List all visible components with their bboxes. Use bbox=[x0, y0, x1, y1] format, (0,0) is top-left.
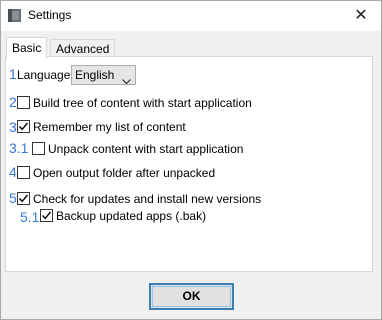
unpack-content-label[interactable]: Unpack content with start application bbox=[48, 142, 243, 156]
checkmark-icon bbox=[18, 122, 29, 131]
app-icon bbox=[7, 8, 22, 23]
close-button[interactable]: ✕ bbox=[341, 1, 381, 31]
check-updates-label[interactable]: Check for updates and install new versio… bbox=[33, 192, 261, 206]
backup-apps-checkbox[interactable] bbox=[40, 209, 53, 222]
check-updates-checkbox[interactable] bbox=[17, 192, 30, 205]
basic-tab-panel bbox=[5, 56, 373, 272]
remember-list-label[interactable]: Remember my list of content bbox=[33, 120, 186, 134]
build-tree-label[interactable]: Build tree of content with start applica… bbox=[33, 96, 252, 110]
open-output-checkbox[interactable] bbox=[17, 166, 30, 179]
close-icon: ✕ bbox=[354, 7, 368, 24]
annotation-number: 2 bbox=[9, 94, 17, 110]
annotation-number: 4 bbox=[9, 164, 17, 180]
annotation-number: 3.1 bbox=[9, 140, 29, 156]
annotation-number: 1 bbox=[9, 66, 17, 82]
annotation-number: 3 bbox=[9, 119, 17, 135]
window-title: Settings bbox=[28, 8, 72, 22]
chevron-down-icon bbox=[122, 72, 131, 90]
language-label: Language: bbox=[17, 68, 74, 82]
remember-list-checkbox[interactable] bbox=[17, 120, 30, 133]
checkmark-icon bbox=[41, 211, 52, 220]
ok-button[interactable]: OK bbox=[149, 283, 234, 310]
build-tree-checkbox[interactable] bbox=[17, 96, 30, 109]
ok-button-label: OK bbox=[182, 289, 201, 303]
tab-basic[interactable]: Basic bbox=[6, 37, 48, 59]
unpack-content-checkbox[interactable] bbox=[32, 142, 45, 155]
open-output-label[interactable]: Open output folder after unpacked bbox=[33, 166, 215, 180]
annotation-number: 5.1 bbox=[20, 209, 40, 225]
backup-apps-label[interactable]: Backup updated apps (.bak) bbox=[56, 209, 206, 223]
annotation-number: 5 bbox=[9, 190, 17, 206]
title-bar: Settings ✕ bbox=[1, 1, 381, 31]
language-select[interactable]: English bbox=[71, 65, 136, 85]
checkmark-icon bbox=[18, 194, 29, 203]
language-selected-value: English bbox=[75, 68, 115, 82]
